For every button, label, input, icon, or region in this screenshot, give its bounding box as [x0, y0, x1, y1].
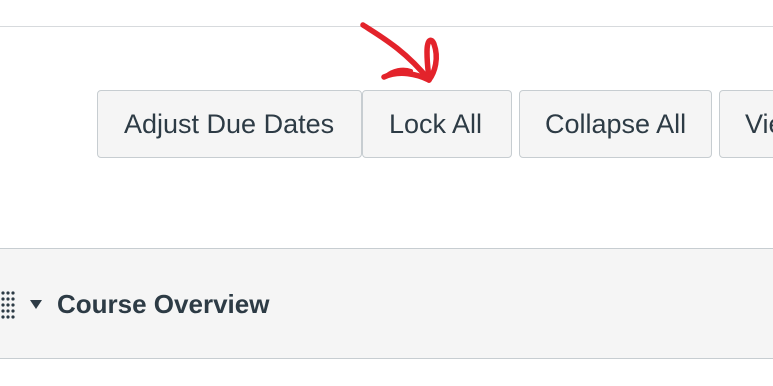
- view-button[interactable]: Vie: [719, 90, 773, 158]
- lock-all-button[interactable]: Lock All: [362, 90, 512, 158]
- drag-handle-icon[interactable]: [0, 290, 16, 320]
- triangle-down-icon[interactable]: [30, 300, 42, 310]
- adjust-due-dates-button[interactable]: Adjust Due Dates: [97, 90, 362, 158]
- collapse-all-button[interactable]: Collapse All: [519, 90, 712, 158]
- modules-toolbar: Adjust Due Dates Lock All Collapse All V…: [0, 0, 773, 180]
- module-header-course-overview[interactable]: Course Overview: [0, 248, 773, 359]
- red-arrow-annotation: [360, 22, 439, 83]
- module-title[interactable]: Course Overview: [57, 287, 269, 321]
